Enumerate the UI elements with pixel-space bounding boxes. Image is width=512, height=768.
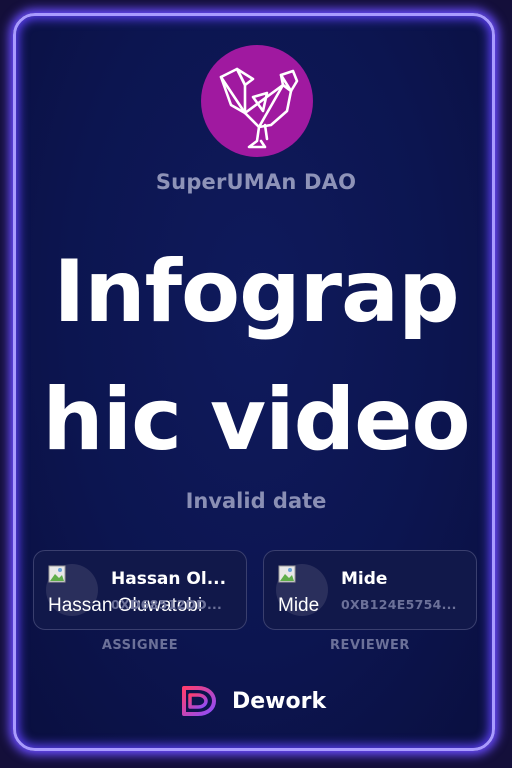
broken-image-icon — [48, 565, 66, 583]
task-title: Infographic video — [42, 242, 470, 470]
background: SuperUMAn DAO Infographic video Invalid … — [0, 0, 512, 768]
task-date: Invalid date — [185, 489, 327, 513]
org-name: SuperUMAn DAO — [155, 170, 357, 194]
broken-image-icon — [278, 565, 296, 583]
rooster-icon — [219, 67, 299, 149]
assignee-name: Hassan Ol... — [111, 569, 227, 589]
brand-name: Dework — [232, 688, 327, 714]
assignee-card[interactable]: Hassan Oluwatobi Hassan Ol... 0XD68512DD… — [33, 550, 247, 630]
brand-footer[interactable]: Dework — [180, 683, 326, 719]
reviewer-role-label: REVIEWER — [330, 638, 410, 653]
reviewer-name: Mide — [341, 569, 388, 589]
dework-logo-icon — [182, 686, 216, 716]
reviewer-card[interactable]: Mide Mide 0XB124E5754... — [263, 550, 477, 630]
org-logo — [201, 45, 313, 157]
assignee-address: 0XD68512DD... — [111, 597, 223, 612]
assignee-role-label: ASSIGNEE — [101, 638, 179, 653]
reviewer-address: 0XB124E5754... — [341, 597, 457, 612]
